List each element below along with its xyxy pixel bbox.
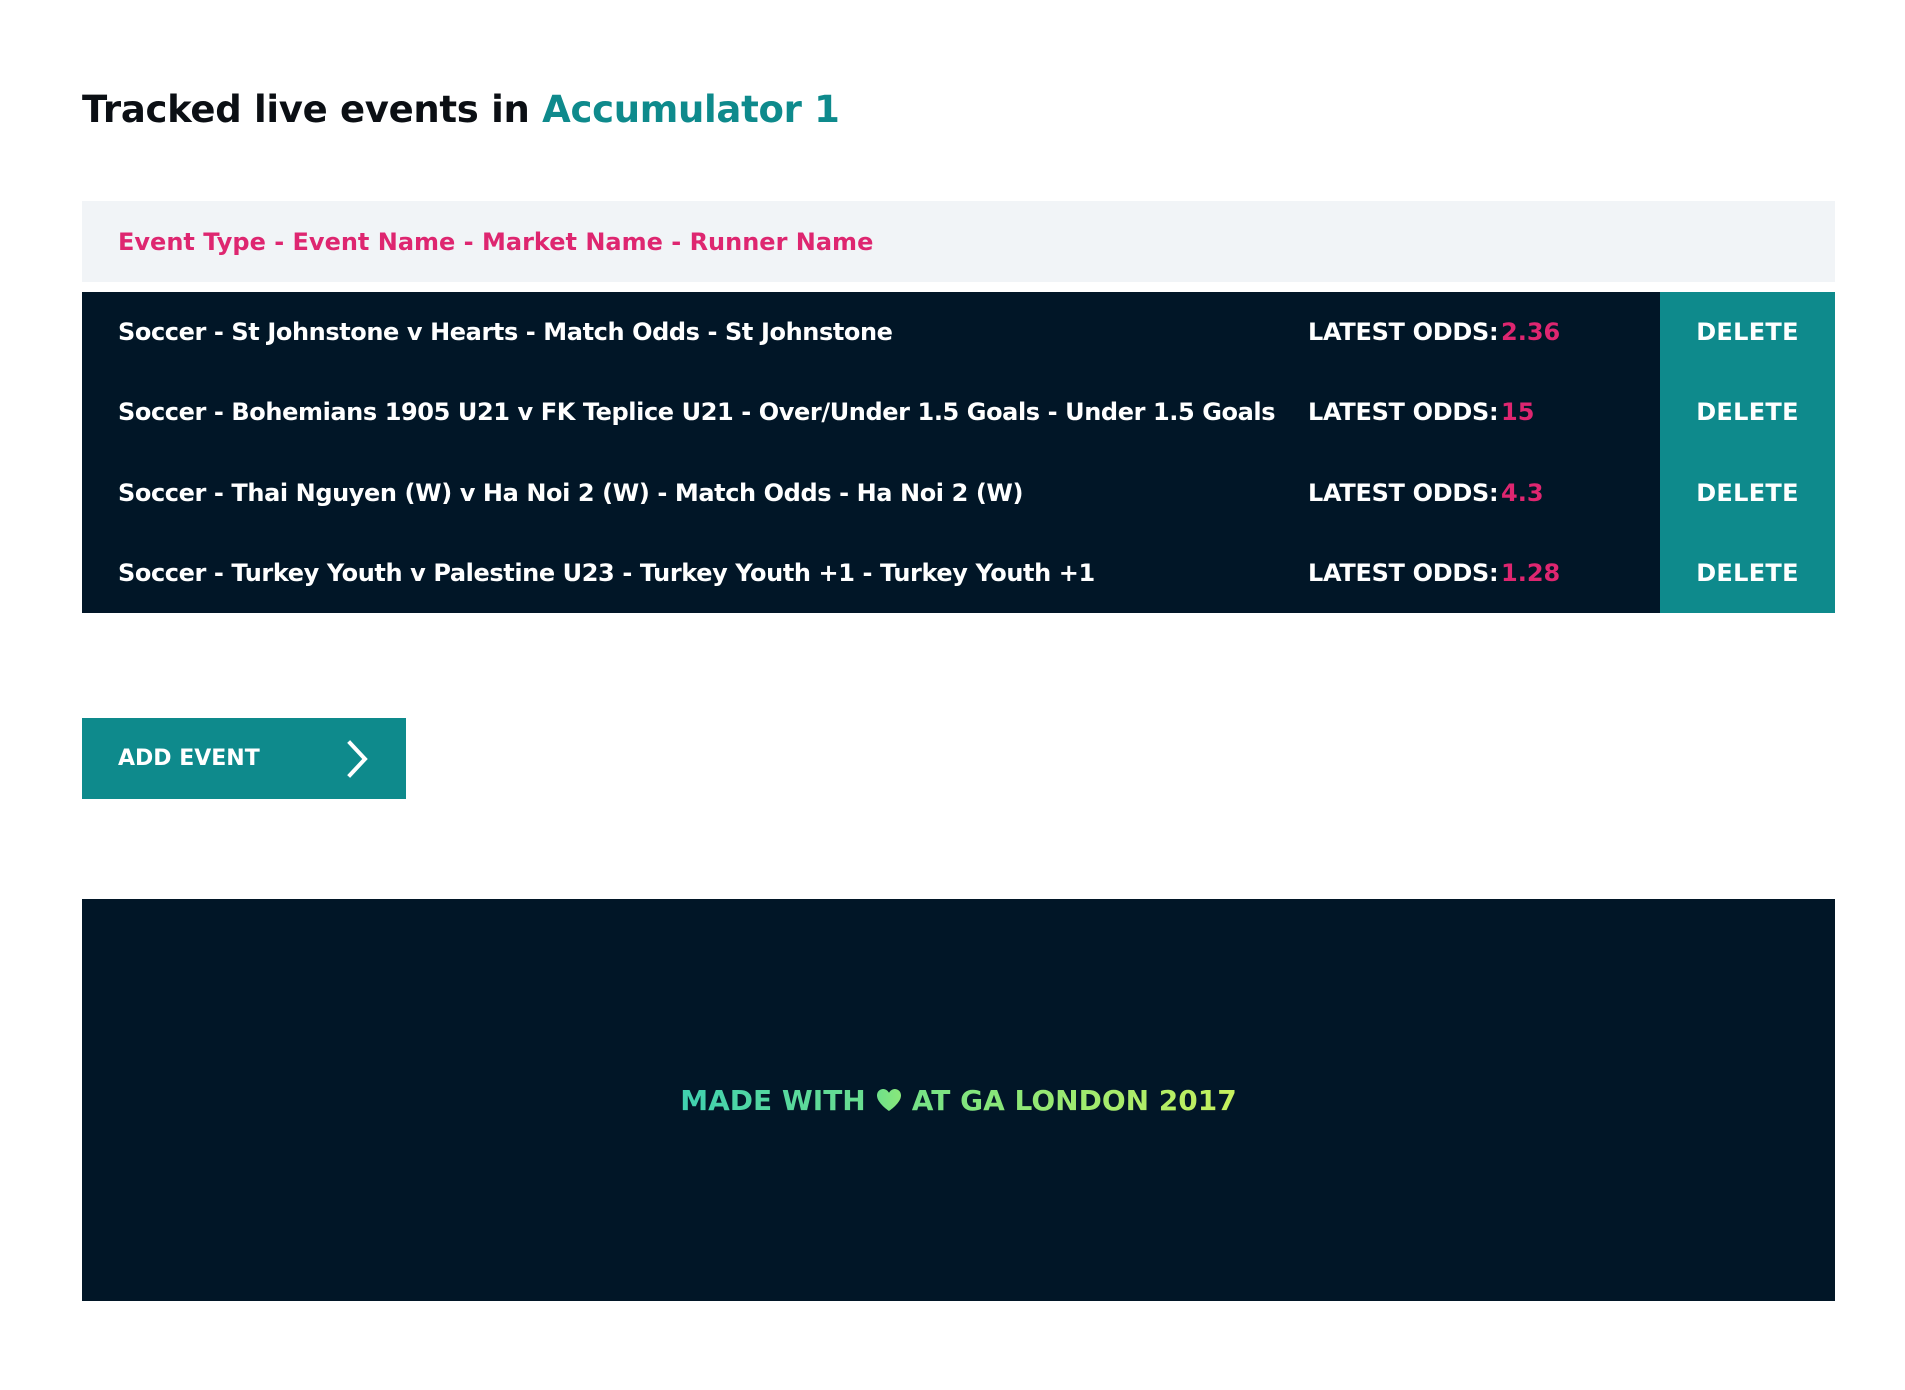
- latest-odds-label: LATEST ODDS:: [1308, 558, 1499, 587]
- events-table: Soccer - St Johnstone v Hearts - Match O…: [82, 292, 1835, 613]
- footer-text-after: AT GA LONDON 2017: [911, 1083, 1237, 1117]
- footer: MADE WITH AT GA LONDON 2017: [82, 899, 1835, 1301]
- latest-odds-label: LATEST ODDS:: [1308, 318, 1499, 347]
- page-title-prefix: Tracked live events in: [82, 88, 543, 131]
- chevron-right-icon: [347, 740, 368, 778]
- event-name: Soccer - Thai Nguyen (W) v Ha Noi 2 (W) …: [118, 478, 1024, 507]
- table-row: Soccer - Thai Nguyen (W) v Ha Noi 2 (W) …: [82, 453, 1835, 533]
- delete-button[interactable]: DELETE: [1660, 372, 1835, 452]
- page-title: Tracked live events in Accumulator 1: [82, 88, 840, 131]
- event-name: Soccer - Bohemians 1905 U21 v FK Teplice…: [118, 398, 1276, 427]
- table-header-label: Event Type - Event Name - Market Name - …: [118, 227, 874, 256]
- latest-odds-value: 4.3: [1501, 478, 1544, 507]
- table-row: Soccer - Bohemians 1905 U21 v FK Teplice…: [82, 372, 1835, 452]
- heart-icon: [876, 1089, 901, 1111]
- latest-odds-value: 1.28: [1501, 558, 1561, 587]
- latest-odds-label: LATEST ODDS:: [1308, 478, 1499, 507]
- footer-credit: MADE WITH AT GA LONDON 2017: [680, 1084, 1236, 1117]
- latest-odds-label: LATEST ODDS:: [1308, 398, 1499, 427]
- event-name: Soccer - Turkey Youth v Palestine U23 - …: [118, 558, 1095, 587]
- add-event-label: ADD EVENT: [118, 746, 260, 771]
- add-event-button[interactable]: ADD EVENT: [82, 718, 406, 799]
- event-name: Soccer - St Johnstone v Hearts - Match O…: [118, 318, 893, 347]
- latest-odds-value: 15: [1501, 398, 1535, 427]
- delete-button[interactable]: DELETE: [1660, 453, 1835, 533]
- table-header: Event Type - Event Name - Market Name - …: [82, 201, 1835, 282]
- accumulator-name: Accumulator 1: [542, 88, 840, 131]
- delete-button[interactable]: DELETE: [1660, 292, 1835, 372]
- footer-text-before: MADE WITH: [680, 1083, 866, 1117]
- table-row: Soccer - St Johnstone v Hearts - Match O…: [82, 292, 1835, 372]
- delete-button[interactable]: DELETE: [1660, 533, 1835, 613]
- table-row: Soccer - Turkey Youth v Palestine U23 - …: [82, 533, 1835, 613]
- latest-odds-value: 2.36: [1501, 318, 1561, 347]
